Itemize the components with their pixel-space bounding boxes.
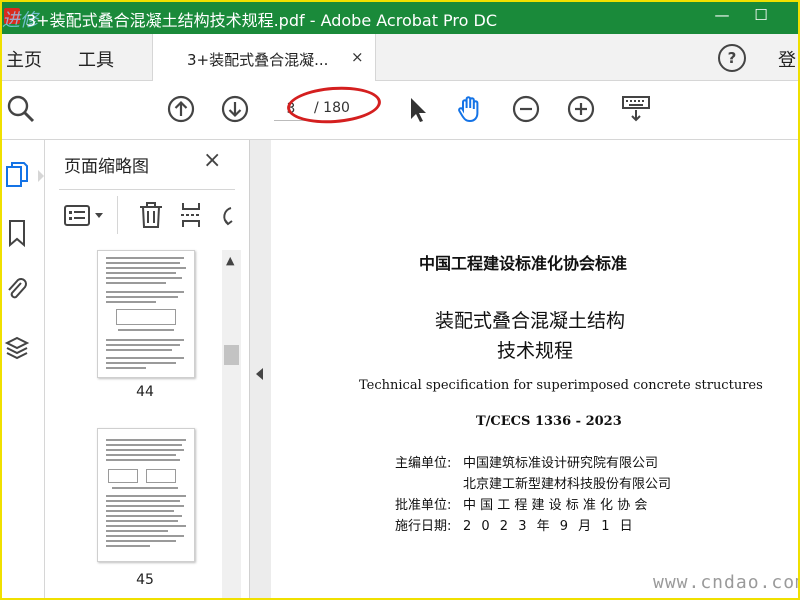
window-title: 3+装配式叠合混凝土结构技术规程.pdf - Adobe Acrobat Pro…	[26, 11, 498, 30]
tab-tools[interactable]: 工具	[78, 46, 114, 72]
document-code: T/CECS 1336 - 2023	[476, 414, 622, 429]
options-icon[interactable]	[63, 202, 107, 234]
close-tab-icon[interactable]: ×	[351, 48, 364, 66]
document-title-line1: 装配式叠合混凝土结构	[435, 310, 626, 332]
attachment-icon[interactable]	[4, 274, 30, 302]
panel-divider	[59, 189, 235, 190]
info-value: 2 0 2 3 年 9 月 1 日	[463, 519, 636, 534]
tab-home[interactable]: 主页	[6, 46, 42, 72]
hand-tool-icon[interactable]	[455, 94, 485, 124]
collapse-panel-icon[interactable]	[256, 368, 263, 380]
minimize-button[interactable]: —	[712, 6, 732, 24]
layers-icon[interactable]	[4, 334, 30, 362]
insert-page-icon[interactable]	[179, 200, 207, 234]
info-label: 批准单位:	[395, 498, 452, 513]
keyboard-icon[interactable]	[620, 94, 654, 124]
tab-document-label: 3+装配式叠合混凝...	[187, 51, 329, 69]
toolbar-separator	[117, 196, 118, 234]
toolbar: / 180	[0, 81, 800, 140]
zoom-icon[interactable]	[6, 94, 36, 124]
panel-title: 页面缩略图	[64, 157, 149, 177]
login-button[interactable]: 登	[778, 46, 796, 72]
document-organization: 中国工程建设标准化协会标准	[419, 254, 628, 273]
document-english-title: Technical specification for superimposed…	[359, 378, 763, 393]
help-icon[interactable]: ?	[718, 44, 746, 72]
thumbnail-label-45: 45	[136, 572, 154, 588]
sidebar-rail	[0, 140, 45, 600]
annotation-ellipse	[285, 83, 383, 127]
info-label: 施行日期:	[395, 519, 452, 534]
page-up-icon[interactable]	[166, 94, 196, 124]
page-thumbnail-44[interactable]	[97, 250, 195, 378]
document-title-line2: 技术规程	[497, 340, 574, 362]
thumbnail-label-44: 44	[136, 384, 154, 400]
scroll-up-icon[interactable]: ▲	[226, 254, 234, 267]
pages-icon[interactable]	[4, 160, 30, 188]
panel-splitter[interactable]	[249, 140, 271, 600]
page-thumbnail-45[interactable]	[97, 428, 195, 562]
zoom-in-icon[interactable]	[566, 94, 596, 124]
document-view: 中国工程建设标准化协会标准 装配式叠合混凝土结构 技术规程 Technical …	[271, 140, 800, 600]
tab-document[interactable]: 3+装配式叠合混凝... ×	[152, 34, 376, 81]
tab-bar: 主页 工具 3+装配式叠合混凝... × ? 登	[0, 34, 800, 81]
select-arrow-icon[interactable]	[402, 94, 432, 124]
info-value: 中国建筑标准设计研究院有限公司	[463, 456, 659, 471]
info-value: 中 国 工 程 建 设 标 准 化 协 会	[463, 498, 648, 513]
thumbnail-scrollbar[interactable]: ▲	[222, 250, 241, 600]
page-down-icon[interactable]	[220, 94, 250, 124]
info-label: 主编单位:	[395, 456, 452, 471]
zoom-out-icon[interactable]	[511, 94, 541, 124]
website-watermark: www.cndao.com	[653, 572, 800, 593]
rail-pointer	[38, 170, 44, 182]
info-value: 北京建工新型建材科技股份有限公司	[463, 477, 672, 492]
scrollbar-thumb[interactable]	[224, 345, 239, 365]
delete-icon[interactable]	[137, 200, 165, 234]
title-bar: 进修 3+装配式叠合混凝土结构技术规程.pdf - Adobe Acrobat …	[0, 0, 800, 34]
close-panel-icon[interactable]: ×	[203, 148, 221, 173]
bookmark-icon[interactable]	[4, 218, 30, 248]
thumbnail-panel: 页面缩略图 × 44 45 ▲	[45, 140, 248, 600]
rotate-icon[interactable]	[219, 202, 235, 234]
maximize-button[interactable]: ☐	[751, 6, 771, 24]
